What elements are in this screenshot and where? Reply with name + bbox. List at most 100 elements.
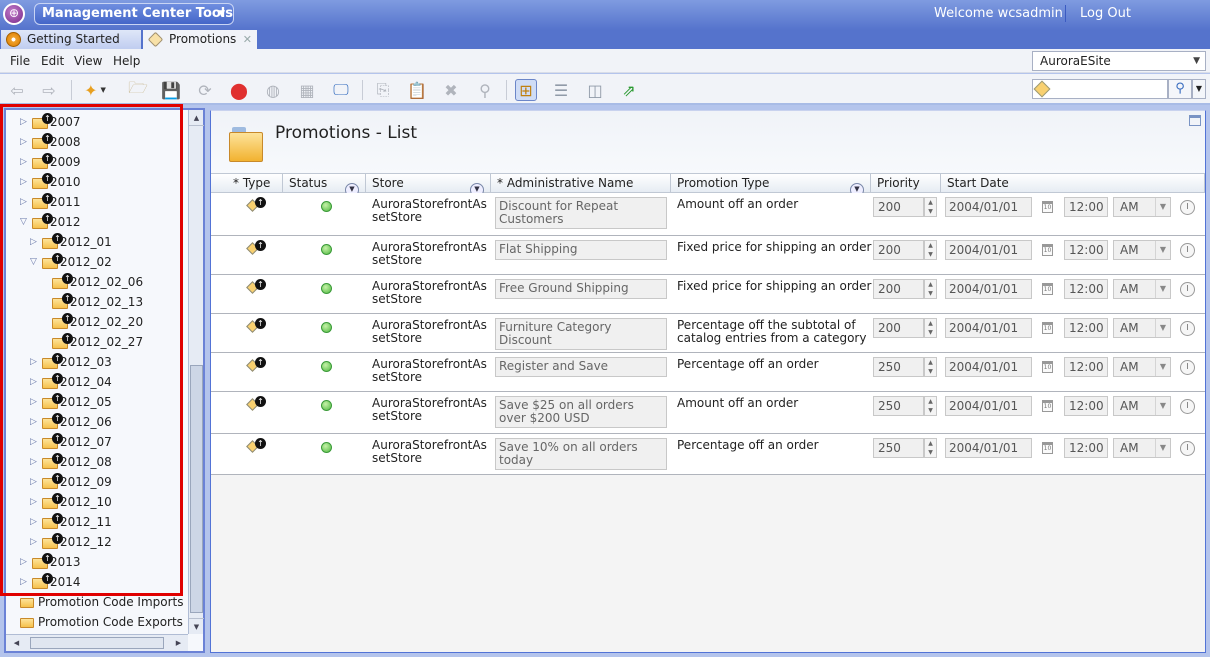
priority-field[interactable]: 200 — [873, 240, 924, 260]
priority-stepper[interactable]: ▲ ▼ — [924, 318, 937, 338]
priority-stepper[interactable]: ▲ ▼ — [924, 197, 937, 217]
clock-icon[interactable] — [1180, 441, 1195, 456]
management-center-tools-menu[interactable]: Management Center Tools ▼ — [34, 3, 234, 25]
clock-icon[interactable] — [1180, 200, 1195, 215]
refresh-button[interactable]: ⟳ — [194, 79, 216, 101]
tab-getting-started[interactable]: Getting Started — [1, 30, 141, 49]
start-date-field[interactable]: 2004/01/01 — [945, 279, 1032, 299]
expanded-triangle-icon[interactable]: ▽ — [20, 212, 30, 232]
collapsed-triangle-icon[interactable]: ▷ — [30, 532, 40, 552]
menu-edit[interactable]: Edit — [41, 54, 64, 68]
collapsed-triangle-icon[interactable]: ▷ — [30, 352, 40, 372]
close-icon[interactable]: ✕ — [243, 30, 252, 49]
start-time-field[interactable]: 12:00 — [1064, 438, 1108, 458]
am-pm-select[interactable]: AM ▼ — [1113, 438, 1171, 458]
menu-view[interactable]: View — [74, 54, 102, 68]
collapsed-triangle-icon[interactable]: ▷ — [20, 572, 30, 592]
priority-field[interactable]: 200 — [873, 318, 924, 338]
start-time-field[interactable]: 12:00 — [1064, 318, 1108, 338]
administrative-name-field[interactable]: Free Ground Shipping — [495, 279, 667, 299]
open-in-new-button[interactable]: ⇗ — [618, 79, 640, 101]
administrative-name-field[interactable]: Discount for Repeat Customers — [495, 197, 667, 229]
table-row[interactable]: ↑ AuroraStorefrontAs setStore Flat Shippin… — [211, 236, 1205, 275]
start-date-field[interactable]: 2004/01/01 — [945, 240, 1032, 260]
split-view-button[interactable]: ◫ — [584, 79, 606, 101]
priority-field[interactable]: 200 — [873, 279, 924, 299]
table-row[interactable]: ↑ AuroraStorefrontAs setStore Furniture Ca… — [211, 314, 1205, 353]
priority-field[interactable]: 250 — [873, 396, 924, 416]
column-header[interactable]: Start Date — [941, 174, 1205, 193]
properties-button[interactable]: ▦ — [296, 79, 318, 101]
calendar-icon[interactable]: 10 — [1042, 361, 1053, 373]
calendar-icon[interactable]: 10 — [1042, 283, 1053, 295]
clock-icon[interactable] — [1180, 321, 1195, 336]
column-header[interactable]: Promotion Type ▼ — [671, 174, 871, 197]
collapsed-triangle-icon[interactable]: ▷ — [30, 472, 40, 492]
am-pm-select[interactable]: AM ▼ — [1113, 279, 1171, 299]
collapsed-triangle-icon[interactable]: ▷ — [30, 412, 40, 432]
priority-field[interactable]: 250 — [873, 357, 924, 377]
scroll-left-arrow-icon[interactable]: ◀ — [9, 635, 24, 651]
column-header[interactable]: Store ▼ — [366, 174, 491, 197]
table-row[interactable]: ↑ AuroraStorefrontAs setStore Free Ground … — [211, 275, 1205, 314]
start-date-field[interactable]: 2004/01/01 — [945, 357, 1032, 377]
tree-horizontal-scrollbar[interactable]: ◀ ▶ — [6, 634, 188, 651]
list-view-button[interactable]: ☰ — [550, 79, 572, 101]
clock-icon[interactable] — [1180, 360, 1195, 375]
start-date-field[interactable]: 2004/01/01 — [945, 438, 1032, 458]
menu-file[interactable]: File — [10, 54, 30, 68]
store-selector[interactable]: AuroraESite ▼ — [1032, 51, 1206, 71]
stop-button[interactable]: ⬤ — [228, 79, 250, 101]
calendar-icon[interactable]: 10 — [1042, 244, 1053, 256]
tree-view-button[interactable]: ⊞ — [515, 79, 537, 101]
table-row[interactable]: ↑ AuroraStorefrontAs setStore Register and… — [211, 353, 1205, 392]
calendar-icon[interactable]: 10 — [1042, 442, 1053, 454]
am-pm-select[interactable]: AM ▼ — [1113, 357, 1171, 377]
table-row[interactable]: ↑ AuroraStorefrontAs setStore Save $25 on … — [211, 392, 1205, 434]
administrative-name-field[interactable]: Register and Save — [495, 357, 667, 377]
calendar-icon[interactable]: 10 — [1042, 400, 1053, 412]
save-button[interactable]: 💾 — [160, 79, 182, 101]
administrative-name-field[interactable]: Flat Shipping — [495, 240, 667, 260]
globe-button[interactable]: ◍ — [262, 79, 284, 101]
logout-link[interactable]: Log Out — [1080, 6, 1131, 21]
start-time-field[interactable]: 12:00 — [1064, 357, 1108, 377]
start-date-field[interactable]: 2004/01/01 — [945, 396, 1032, 416]
table-row[interactable]: ↑ AuroraStorefrontAs setStore Save 10% on … — [211, 434, 1205, 475]
clock-icon[interactable] — [1180, 243, 1195, 258]
priority-stepper[interactable]: ▲ ▼ — [924, 438, 937, 458]
calendar-icon[interactable]: 10 — [1042, 322, 1053, 334]
tab-promotions[interactable]: Promotions ✕ — [143, 30, 257, 49]
administrative-name-field[interactable]: Save $25 on all orders over $200 USD — [495, 396, 667, 428]
collapsed-triangle-icon[interactable]: ▷ — [20, 152, 30, 172]
find-button[interactable]: ⚲ — [474, 79, 496, 101]
collapsed-triangle-icon[interactable]: ▷ — [20, 112, 30, 132]
column-header[interactable]: * Type — [211, 174, 283, 193]
back-button[interactable]: ⇦ — [6, 79, 28, 101]
am-pm-select[interactable]: AM ▼ — [1113, 396, 1171, 416]
collapsed-triangle-icon[interactable]: ▷ — [20, 172, 30, 192]
administrative-name-field[interactable]: Furniture Category Discount — [495, 318, 667, 350]
open-button[interactable]: 🗁 — [127, 78, 149, 101]
table-row[interactable]: ↑ AuroraStorefrontAs setStore Discount for… — [211, 193, 1205, 236]
search-options-dropdown[interactable]: ▼ — [1192, 79, 1206, 99]
maximize-icon[interactable] — [1189, 115, 1201, 126]
am-pm-select[interactable]: AM ▼ — [1113, 240, 1171, 260]
tree-vertical-scrollbar[interactable]: ▲ ▼ — [188, 110, 204, 634]
priority-stepper[interactable]: ▲ ▼ — [924, 279, 937, 299]
clock-icon[interactable] — [1180, 399, 1195, 414]
column-header[interactable]: Status ▼ — [283, 174, 366, 197]
copy-button[interactable]: ⎘ — [372, 79, 394, 101]
start-time-field[interactable]: 12:00 — [1064, 197, 1108, 217]
priority-field[interactable]: 200 — [873, 197, 924, 217]
promotion-type-icon[interactable]: ↑ — [246, 240, 268, 256]
preview-button[interactable]: 🖵 — [330, 79, 352, 101]
delete-button[interactable]: ✖ — [440, 79, 462, 101]
promotion-type-icon[interactable]: ↑ — [246, 279, 268, 295]
expanded-triangle-icon[interactable]: ▽ — [30, 252, 40, 272]
scroll-down-arrow-icon[interactable]: ▼ — [189, 618, 204, 634]
start-date-field[interactable]: 2004/01/01 — [945, 318, 1032, 338]
scroll-right-arrow-icon[interactable]: ▶ — [171, 635, 186, 651]
new-button[interactable]: ✦ ▼ — [84, 79, 106, 101]
collapsed-triangle-icon[interactable]: ▷ — [30, 392, 40, 412]
